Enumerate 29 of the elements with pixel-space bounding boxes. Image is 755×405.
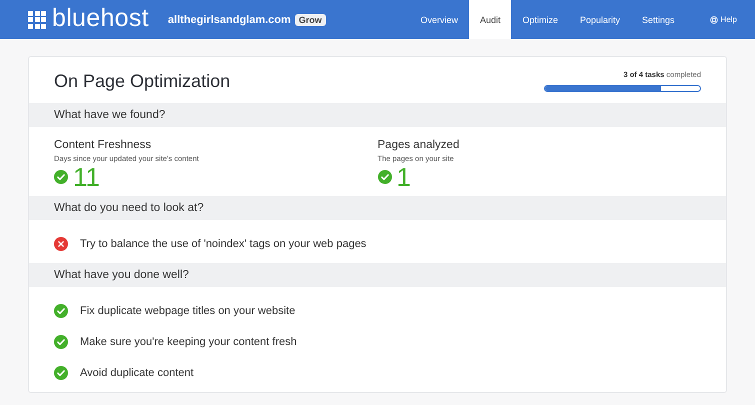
check-circle-icon (54, 366, 68, 380)
lifebuoy-icon (710, 16, 718, 24)
nav-tab[interactable]: Settings (631, 0, 686, 39)
metric-value: 11 (73, 163, 100, 191)
task-text: Try to balance the use of 'noindex' tags on your web pages (80, 238, 366, 250)
plan-badge: Grow (294, 14, 326, 26)
section-heading: What have we found? (29, 103, 726, 127)
check-circle-icon (54, 304, 68, 318)
nav-tab[interactable]: Audit (468, 0, 512, 39)
task-text: Avoid duplicate content (80, 366, 194, 378)
metric-title: Pages analyzed (378, 139, 460, 151)
logo-grid-icon (28, 10, 46, 28)
x-circle-icon (54, 236, 68, 250)
page-title: On Page Optimization (54, 70, 230, 92)
nav-tab[interactable]: Popularity (568, 0, 632, 39)
help-link[interactable]: Help (704, 0, 743, 39)
metric-value: 1 (396, 163, 411, 191)
site-name: allthegirlsandglam.com (168, 14, 291, 26)
nav-tab[interactable]: Overview (409, 0, 469, 39)
nav-tab[interactable]: Optimize (511, 0, 569, 39)
logo-text: bluehost (52, 6, 149, 34)
check-circle-icon (54, 334, 68, 348)
check-circle-icon (54, 170, 68, 184)
metric-title: Content Freshness (54, 139, 152, 151)
section-heading: What do you need to look at? (29, 196, 726, 220)
check-circle-icon (378, 170, 392, 184)
task-text: Make sure you're keeping your content fresh (80, 336, 297, 348)
task-text: Fix duplicate webpage titles on your website (80, 304, 296, 316)
section-heading: What have you done well? (29, 263, 726, 287)
